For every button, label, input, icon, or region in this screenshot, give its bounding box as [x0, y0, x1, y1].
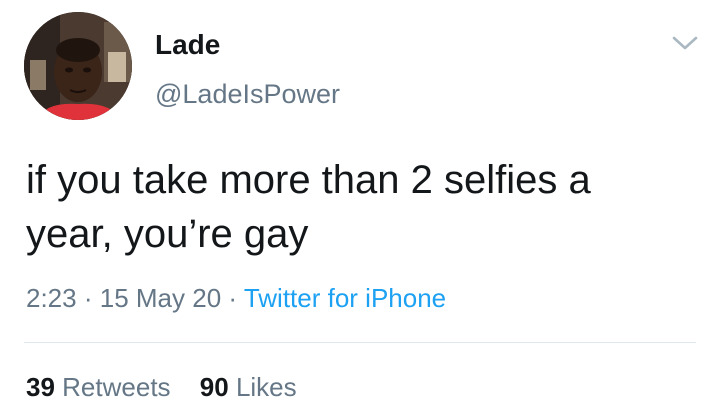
likes-stat[interactable]: 90 Likes	[200, 372, 297, 402]
likes-label: Likes	[235, 372, 297, 402]
likes-count: 90	[199, 372, 229, 402]
retweets-count: 39	[26, 372, 55, 402]
tweet-date[interactable]: 15 May 20	[100, 283, 221, 313]
meta-separator: ·	[83, 283, 93, 313]
tweet-text: if you take more than 2 selfies a year, …	[26, 153, 696, 261]
chevron-down-icon[interactable]	[670, 32, 700, 54]
retweets-stat[interactable]: 39 Retweets	[26, 372, 171, 402]
tweet-text-line: year, you’re gay	[26, 212, 309, 256]
display-name[interactable]: Lade	[155, 28, 220, 62]
tweet-text-line: if you take more than 2 selfies a	[26, 158, 591, 202]
tweet-time[interactable]: 2:23	[26, 283, 77, 313]
meta-separator: ·	[228, 283, 238, 313]
tweet-source-link[interactable]: Twitter for iPhone	[244, 283, 446, 313]
avatar[interactable]	[24, 12, 132, 120]
divider	[24, 342, 696, 343]
user-handle[interactable]: @LadeIsPower	[155, 78, 340, 110]
retweets-label: Retweets	[62, 372, 171, 402]
tweet-meta: 2:23 · 15 May 20 · Twitter for iPhone	[26, 282, 446, 314]
tweet-card: Lade @LadeIsPower if you take more than …	[0, 0, 720, 408]
profile-photo-icon	[24, 12, 132, 120]
tweet-stats: 39 Retweets 90 Likes	[26, 371, 297, 403]
